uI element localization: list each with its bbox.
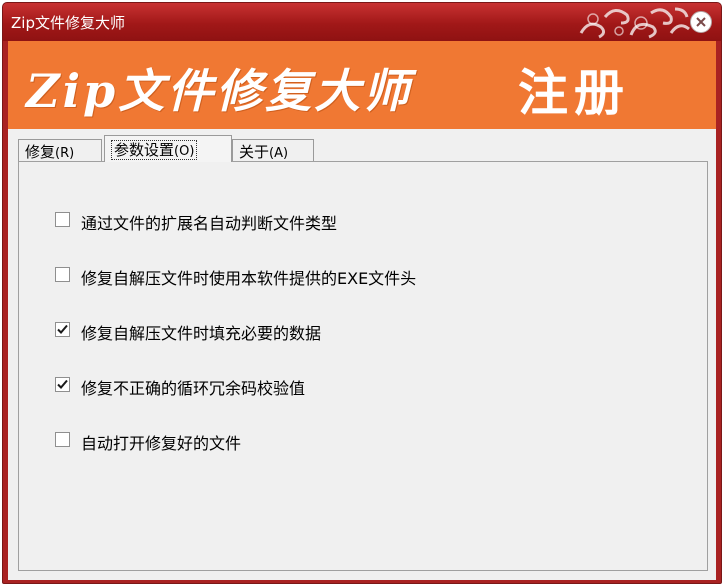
close-icon	[696, 17, 706, 27]
window-title: Zip文件修复大师	[11, 14, 125, 32]
tab-repair[interactable]: 修复(R)	[18, 139, 102, 161]
option-label: 修复不正确的循环冗余码校验值	[81, 379, 306, 398]
tab-settings-label: 参数设置	[114, 141, 175, 159]
option-label: 通过文件的扩展名自动判断文件类型	[81, 214, 338, 233]
option-label: 修复自解压文件时填充必要的数据	[81, 324, 322, 343]
app-banner: Zip文件修复大师 注册	[8, 41, 716, 129]
tab-repair-label: 修复	[25, 143, 56, 161]
banner-register-link[interactable]: 注册	[518, 53, 630, 125]
checkmark-icon	[57, 324, 68, 334]
tab-settings[interactable]: 参数设置(O)	[104, 135, 232, 162]
checkmark-icon	[57, 379, 68, 389]
checkbox-auto-open[interactable]	[55, 432, 70, 447]
checkbox-auto-detect-type[interactable]	[55, 212, 70, 227]
checkbox-use-exe-header[interactable]	[55, 267, 70, 282]
checkbox-fix-crc[interactable]	[55, 377, 70, 392]
option-label: 修复自解压文件时使用本软件提供的EXE文件头	[81, 269, 417, 288]
tab-about-label: 关于	[239, 143, 270, 161]
tab-repair-accesskey: (R)	[55, 146, 75, 161]
title-bar[interactable]: Zip文件修复大师	[3, 3, 721, 41]
tab-settings-focus: 参数设置(O)	[111, 140, 198, 160]
tab-settings-accesskey: (O)	[174, 144, 195, 159]
tab-about[interactable]: 关于(A)	[232, 139, 314, 161]
settings-tab-page: 通过文件的扩展名自动判断文件类型 修复自解压文件时使用本软件提供的EXE文件头 …	[18, 161, 708, 571]
tab-about-accesskey: (A)	[269, 146, 289, 161]
close-button[interactable]	[690, 11, 712, 33]
app-window: Zip文件修复大师 Zip文件修复大师 注册 修复(R) 参数设置(O) 关于(…	[2, 2, 722, 584]
banner-app-name: Zip文件修复大师	[26, 64, 413, 118]
main-panel: 修复(R) 参数设置(O) 关于(A) 通过文件的扩展名自动判断文件类型 修复自…	[8, 129, 716, 580]
option-label: 自动打开修复好的文件	[81, 434, 242, 453]
checkbox-fill-data[interactable]	[55, 322, 70, 337]
